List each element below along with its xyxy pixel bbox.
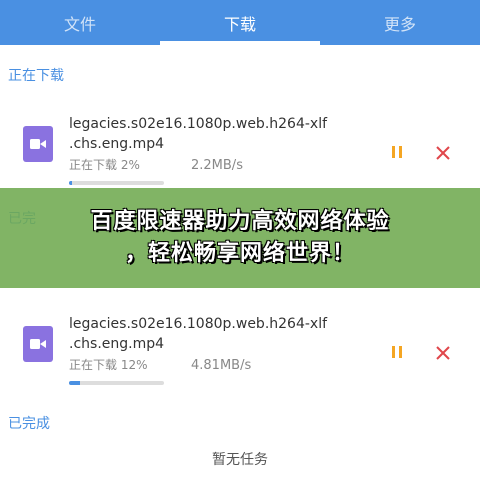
tab-more[interactable]: 更多 [320, 0, 480, 45]
download-status: 正在下载 2% [69, 158, 140, 172]
downloading-section-header: 正在下载 [8, 68, 64, 84]
pause-icon[interactable] [389, 346, 405, 362]
banner-line-2: ，轻松畅享网络世界！ [124, 241, 355, 266]
download-item[interactable]: legacies.s02e16.1080p.web.h264-xlf .chs.… [0, 300, 480, 392]
video-file-icon [23, 326, 53, 362]
file-name-line2: .chs.eng.mp4 [69, 136, 165, 152]
progress-bar [69, 381, 164, 385]
tab-downloads[interactable]: 下载 [160, 0, 320, 45]
file-name: legacies.s02e16.1080p.web.h264-xlf .chs.… [69, 314, 369, 354]
banner-line-1: 百度限速器助力高效网络体验 [90, 209, 390, 234]
progress-bar [69, 181, 164, 185]
download-speed: 4.81MB/s [191, 358, 252, 373]
download-item[interactable]: legacies.s02e16.1080p.web.h264-xlf .chs.… [0, 100, 480, 192]
download-status: 正在下载 12% [69, 358, 148, 372]
promo-banner: 百度限速器助力高效网络体验 ，轻松畅享网络世界！ [0, 188, 480, 288]
pause-icon[interactable] [389, 146, 405, 162]
file-name-line2: .chs.eng.mp4 [69, 336, 165, 352]
file-name: legacies.s02e16.1080p.web.h264-xlf .chs.… [69, 114, 369, 154]
download-speed: 2.2MB/s [191, 158, 243, 173]
close-icon[interactable] [434, 344, 452, 362]
file-name-line1: legacies.s02e16.1080p.web.h264-xlf [69, 316, 328, 332]
tab-files[interactable]: 文件 [0, 0, 160, 45]
file-name-line1: legacies.s02e16.1080p.web.h264-xlf [69, 116, 328, 132]
empty-task-message: 暂无任务 [212, 452, 268, 468]
progress-fill [69, 381, 81, 385]
top-tab-bar: 文件 下载 更多 [0, 0, 480, 45]
completed-section-header: 已完成 [8, 416, 50, 432]
video-file-icon [23, 126, 53, 162]
progress-fill [69, 181, 72, 185]
close-icon[interactable] [434, 144, 452, 162]
